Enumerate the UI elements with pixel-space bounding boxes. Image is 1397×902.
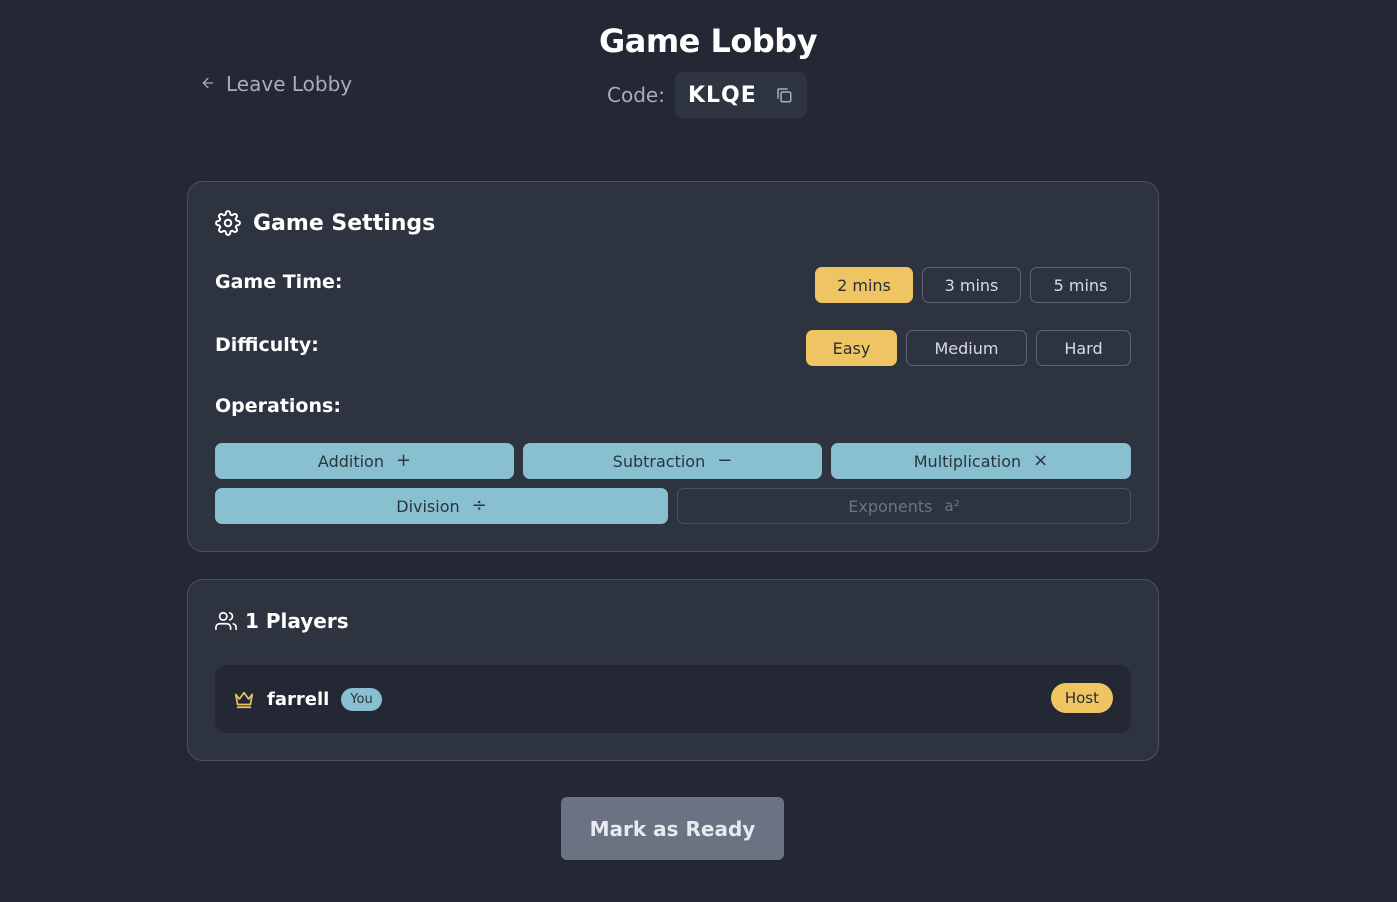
op-label: Division (396, 496, 460, 516)
difficulty-medium[interactable]: Medium (906, 330, 1027, 366)
difficulty-label: Difficulty: (215, 334, 319, 356)
op-addition[interactable]: Addition + (215, 443, 514, 479)
code-box: KLQE (674, 72, 807, 118)
op-subtraction[interactable]: Subtraction − (523, 443, 822, 479)
game-time-3-mins[interactable]: 3 mins (922, 267, 1021, 303)
op-division[interactable]: Division ÷ (215, 488, 668, 524)
divide-icon: ÷ (471, 495, 487, 516)
copy-icon[interactable] (775, 86, 793, 104)
lobby-code: Code: KLQE (607, 72, 807, 118)
plus-icon: + (395, 450, 412, 471)
minus-icon: − (717, 450, 733, 471)
leave-lobby-button[interactable]: Leave Lobby (200, 70, 352, 98)
crown-icon (233, 688, 255, 710)
settings-header: Game Settings (215, 210, 435, 236)
mark-ready-button[interactable]: Mark as Ready (561, 797, 784, 860)
players-card: 1 Players farrell You Host (187, 579, 1159, 761)
gear-icon (215, 210, 241, 236)
leave-lobby-label: Leave Lobby (226, 72, 353, 96)
op-label: Subtraction (612, 451, 706, 471)
op-label: Addition (317, 451, 384, 471)
op-label: Multiplication (913, 451, 1022, 471)
difficulty-hard[interactable]: Hard (1036, 330, 1131, 366)
op-label: Exponents (848, 496, 933, 516)
difficulty-options: Easy Medium Hard (806, 330, 1131, 366)
you-badge: You (341, 687, 382, 711)
game-time-label: Game Time: (215, 271, 343, 293)
player-name: farrell (267, 688, 330, 710)
difficulty-easy[interactable]: Easy (806, 330, 897, 366)
game-settings-card: Game Settings Game Time: 2 mins 3 mins 5… (187, 181, 1159, 552)
page-title: Game Lobby (598, 22, 818, 60)
code-value: KLQE (687, 82, 757, 108)
op-multiplication[interactable]: Multiplication × (831, 443, 1131, 479)
player-row: farrell You Host (215, 665, 1131, 733)
game-time-options: 2 mins 3 mins 5 mins (815, 267, 1131, 303)
op-exponents[interactable]: Exponents a² (677, 488, 1131, 524)
arrow-left-icon (200, 72, 216, 96)
players-title: 1 Players (245, 609, 349, 633)
exponent-icon: a² (944, 496, 960, 515)
game-time-5-mins[interactable]: 5 mins (1030, 267, 1131, 303)
code-label: Code: (607, 83, 665, 107)
players-header: 1 Players (215, 609, 349, 633)
times-icon: × (1033, 450, 1049, 471)
settings-title: Game Settings (253, 210, 436, 236)
operations-label: Operations: (215, 395, 341, 417)
users-icon (215, 610, 237, 632)
game-time-2-mins[interactable]: 2 mins (815, 267, 913, 303)
host-badge: Host (1050, 683, 1113, 713)
